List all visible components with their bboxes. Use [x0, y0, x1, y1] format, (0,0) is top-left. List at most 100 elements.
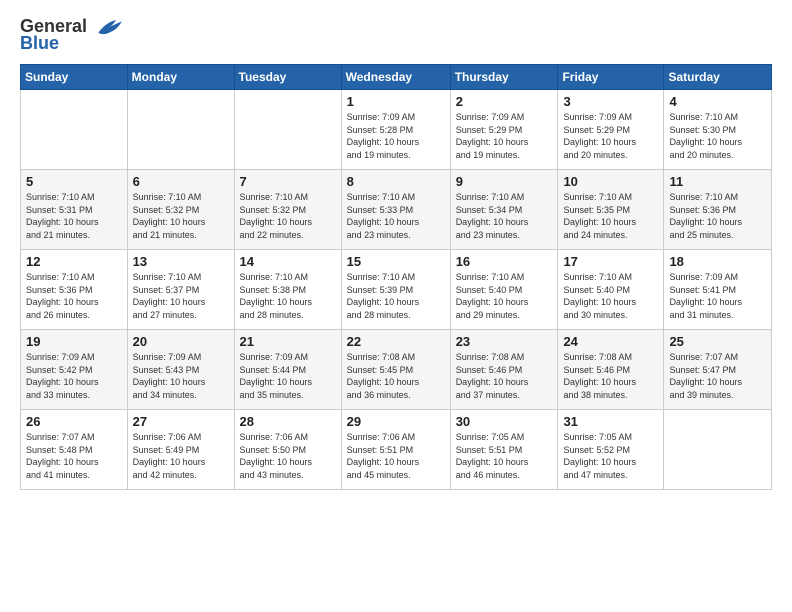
cell-day-number: 18: [669, 254, 766, 269]
cell-info-text: Sunrise: 7:06 AM Sunset: 5:51 PM Dayligh…: [347, 431, 445, 481]
calendar-cell: 8 Sunrise: 7:10 AM Sunset: 5:33 PM Daylig…: [341, 170, 450, 250]
calendar-cell: 31 Sunrise: 7:05 AM Sunset: 5:52 PM Dayli…: [558, 410, 664, 490]
calendar-cell: 3 Sunrise: 7:09 AM Sunset: 5:29 PM Daylig…: [558, 90, 664, 170]
calendar-cell: 7Sunrise: 7:10 AM Sunset: 5:32 PM Daylig…: [234, 170, 341, 250]
weekday-header-wednesday: Wednesday: [341, 65, 450, 90]
cell-day-number: 14: [240, 254, 336, 269]
logo-blue-text: Blue: [20, 33, 59, 54]
cell-info-text: Sunrise: 7:10 AM Sunset: 5:38 PM Dayligh…: [240, 271, 336, 321]
cell-info-text: Sunrise: 7:10 AM Sunset: 5:32 PM Dayligh…: [240, 191, 336, 241]
weekday-header-monday: Monday: [127, 65, 234, 90]
calendar-cell: 11Sunrise: 7:10 AM Sunset: 5:36 PM Dayli…: [664, 170, 772, 250]
calendar-cell: 10 Sunrise: 7:10 AM Sunset: 5:35 PM Dayli…: [558, 170, 664, 250]
cell-info-text: Sunrise: 7:08 AM Sunset: 5:46 PM Dayligh…: [456, 351, 553, 401]
calendar-cell: 16 Sunrise: 7:10 AM Sunset: 5:40 PM Dayli…: [450, 250, 558, 330]
cell-day-number: 28: [240, 414, 336, 429]
cell-day-number: 1: [347, 94, 445, 109]
cell-info-text: Sunrise: 7:10 AM Sunset: 5:40 PM Dayligh…: [456, 271, 553, 321]
calendar-cell: 24 Sunrise: 7:08 AM Sunset: 5:46 PM Dayli…: [558, 330, 664, 410]
cell-day-number: 8: [347, 174, 445, 189]
cell-day-number: 31: [563, 414, 658, 429]
weekday-header-tuesday: Tuesday: [234, 65, 341, 90]
calendar-header: SundayMondayTuesdayWednesdayThursdayFrid…: [21, 65, 772, 90]
cell-day-number: 10: [563, 174, 658, 189]
cell-day-number: 24: [563, 334, 658, 349]
calendar-cell: 4 Sunrise: 7:10 AM Sunset: 5:30 PM Daylig…: [664, 90, 772, 170]
cell-day-number: 13: [133, 254, 229, 269]
cell-day-number: 25: [669, 334, 766, 349]
cell-day-number: 3: [563, 94, 658, 109]
logo: General Blue: [20, 16, 124, 54]
calendar-week-row: 19Sunrise: 7:09 AM Sunset: 5:42 PM Dayli…: [21, 330, 772, 410]
calendar-cell: [234, 90, 341, 170]
calendar-cell: 19Sunrise: 7:09 AM Sunset: 5:42 PM Dayli…: [21, 330, 128, 410]
weekday-header-friday: Friday: [558, 65, 664, 90]
calendar-week-row: 26Sunrise: 7:07 AM Sunset: 5:48 PM Dayli…: [21, 410, 772, 490]
calendar-cell: [664, 410, 772, 490]
cell-day-number: 17: [563, 254, 658, 269]
cell-info-text: Sunrise: 7:09 AM Sunset: 5:42 PM Dayligh…: [26, 351, 122, 401]
calendar-cell: 15 Sunrise: 7:10 AM Sunset: 5:39 PM Dayli…: [341, 250, 450, 330]
cell-day-number: 30: [456, 414, 553, 429]
cell-info-text: Sunrise: 7:10 AM Sunset: 5:36 PM Dayligh…: [26, 271, 122, 321]
cell-info-text: Sunrise: 7:09 AM Sunset: 5:28 PM Dayligh…: [347, 111, 445, 161]
cell-day-number: 2: [456, 94, 553, 109]
calendar-cell: 21 Sunrise: 7:09 AM Sunset: 5:44 PM Dayli…: [234, 330, 341, 410]
cell-info-text: Sunrise: 7:08 AM Sunset: 5:46 PM Dayligh…: [563, 351, 658, 401]
cell-info-text: Sunrise: 7:09 AM Sunset: 5:29 PM Dayligh…: [456, 111, 553, 161]
cell-info-text: Sunrise: 7:10 AM Sunset: 5:31 PM Dayligh…: [26, 191, 122, 241]
cell-day-number: 20: [133, 334, 229, 349]
cell-day-number: 11: [669, 174, 766, 189]
cell-info-text: Sunrise: 7:09 AM Sunset: 5:29 PM Dayligh…: [563, 111, 658, 161]
calendar-cell: 22Sunrise: 7:08 AM Sunset: 5:45 PM Dayli…: [341, 330, 450, 410]
cell-info-text: Sunrise: 7:10 AM Sunset: 5:37 PM Dayligh…: [133, 271, 229, 321]
cell-info-text: Sunrise: 7:10 AM Sunset: 5:32 PM Dayligh…: [133, 191, 229, 241]
weekday-header-thursday: Thursday: [450, 65, 558, 90]
calendar-cell: 5 Sunrise: 7:10 AM Sunset: 5:31 PM Daylig…: [21, 170, 128, 250]
cell-info-text: Sunrise: 7:10 AM Sunset: 5:39 PM Dayligh…: [347, 271, 445, 321]
cell-day-number: 6: [133, 174, 229, 189]
cell-day-number: 15: [347, 254, 445, 269]
cell-info-text: Sunrise: 7:10 AM Sunset: 5:33 PM Dayligh…: [347, 191, 445, 241]
calendar-cell: 28 Sunrise: 7:06 AM Sunset: 5:50 PM Dayli…: [234, 410, 341, 490]
calendar-cell: [127, 90, 234, 170]
cell-day-number: 21: [240, 334, 336, 349]
calendar-cell: 23 Sunrise: 7:08 AM Sunset: 5:46 PM Dayli…: [450, 330, 558, 410]
cell-info-text: Sunrise: 7:09 AM Sunset: 5:41 PM Dayligh…: [669, 271, 766, 321]
calendar-week-row: 12 Sunrise: 7:10 AM Sunset: 5:36 PM Dayli…: [21, 250, 772, 330]
calendar-week-row: 1 Sunrise: 7:09 AM Sunset: 5:28 PM Daylig…: [21, 90, 772, 170]
calendar-cell: 30 Sunrise: 7:05 AM Sunset: 5:51 PM Dayli…: [450, 410, 558, 490]
cell-info-text: Sunrise: 7:10 AM Sunset: 5:34 PM Dayligh…: [456, 191, 553, 241]
cell-info-text: Sunrise: 7:10 AM Sunset: 5:30 PM Dayligh…: [669, 111, 766, 161]
cell-info-text: Sunrise: 7:10 AM Sunset: 5:35 PM Dayligh…: [563, 191, 658, 241]
cell-info-text: Sunrise: 7:06 AM Sunset: 5:49 PM Dayligh…: [133, 431, 229, 481]
calendar-week-row: 5 Sunrise: 7:10 AM Sunset: 5:31 PM Daylig…: [21, 170, 772, 250]
cell-info-text: Sunrise: 7:05 AM Sunset: 5:52 PM Dayligh…: [563, 431, 658, 481]
calendar-cell: 29 Sunrise: 7:06 AM Sunset: 5:51 PM Dayli…: [341, 410, 450, 490]
cell-day-number: 29: [347, 414, 445, 429]
cell-day-number: 26: [26, 414, 122, 429]
calendar-cell: 17 Sunrise: 7:10 AM Sunset: 5:40 PM Dayli…: [558, 250, 664, 330]
calendar-cell: 13 Sunrise: 7:10 AM Sunset: 5:37 PM Dayli…: [127, 250, 234, 330]
cell-day-number: 5: [26, 174, 122, 189]
calendar-cell: 1 Sunrise: 7:09 AM Sunset: 5:28 PM Daylig…: [341, 90, 450, 170]
calendar-cell: [21, 90, 128, 170]
cell-info-text: Sunrise: 7:08 AM Sunset: 5:45 PM Dayligh…: [347, 351, 445, 401]
page: General Blue SundayMondayTuesdayWednesda…: [0, 0, 792, 612]
cell-day-number: 12: [26, 254, 122, 269]
calendar-cell: 12 Sunrise: 7:10 AM Sunset: 5:36 PM Dayli…: [21, 250, 128, 330]
cell-day-number: 4: [669, 94, 766, 109]
cell-info-text: Sunrise: 7:09 AM Sunset: 5:44 PM Dayligh…: [240, 351, 336, 401]
cell-info-text: Sunrise: 7:06 AM Sunset: 5:50 PM Dayligh…: [240, 431, 336, 481]
cell-day-number: 16: [456, 254, 553, 269]
cell-day-number: 27: [133, 414, 229, 429]
calendar-cell: 2 Sunrise: 7:09 AM Sunset: 5:29 PM Daylig…: [450, 90, 558, 170]
calendar-body: 1 Sunrise: 7:09 AM Sunset: 5:28 PM Daylig…: [21, 90, 772, 490]
cell-day-number: 23: [456, 334, 553, 349]
cell-info-text: Sunrise: 7:09 AM Sunset: 5:43 PM Dayligh…: [133, 351, 229, 401]
calendar-table: SundayMondayTuesdayWednesdayThursdayFrid…: [20, 64, 772, 490]
cell-info-text: Sunrise: 7:10 AM Sunset: 5:40 PM Dayligh…: [563, 271, 658, 321]
weekday-row: SundayMondayTuesdayWednesdayThursdayFrid…: [21, 65, 772, 90]
cell-info-text: Sunrise: 7:05 AM Sunset: 5:51 PM Dayligh…: [456, 431, 553, 481]
cell-day-number: 9: [456, 174, 553, 189]
